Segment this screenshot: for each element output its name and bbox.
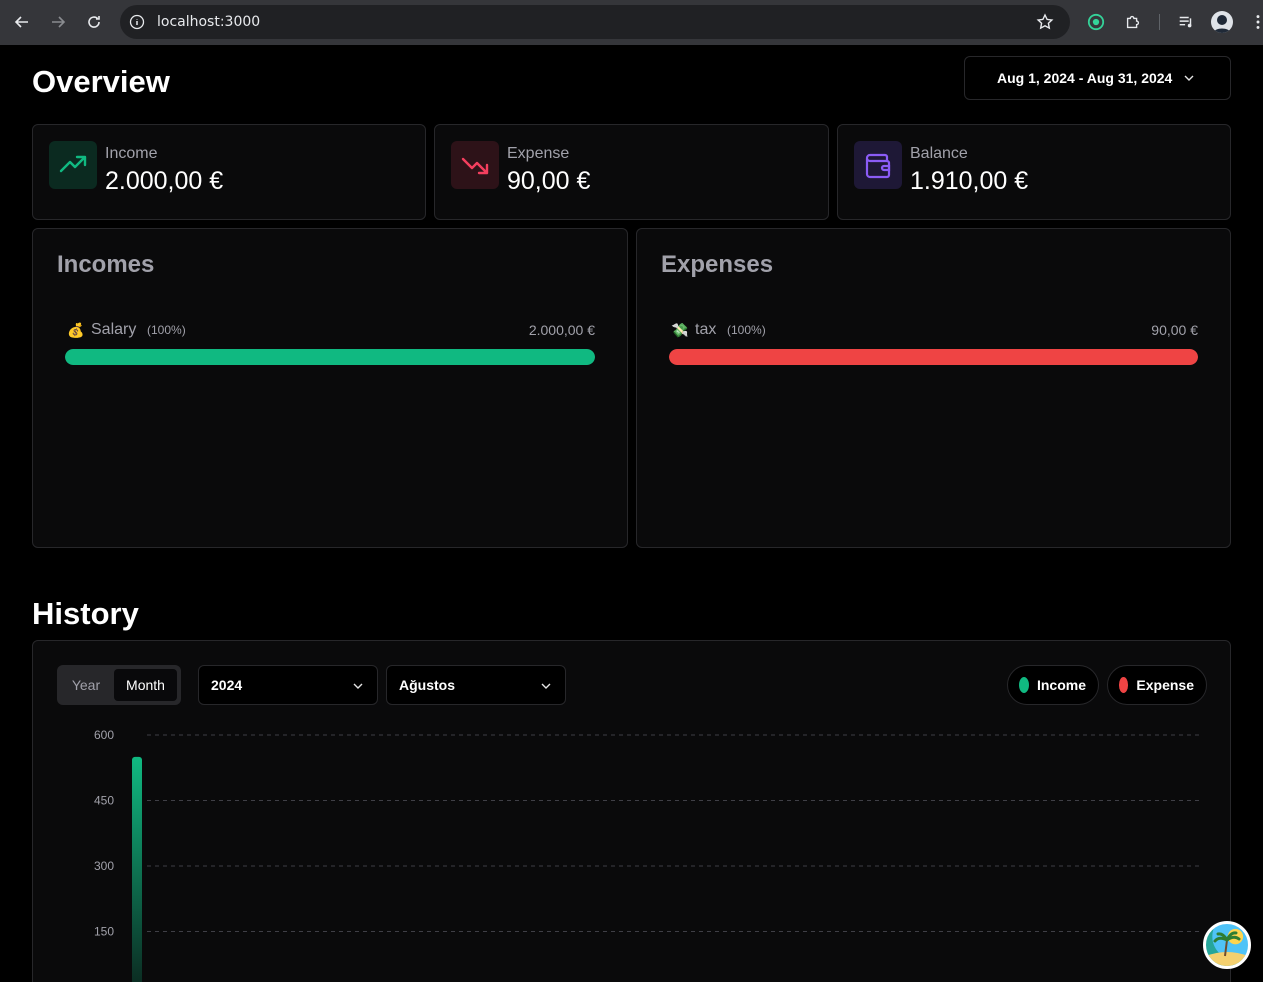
category-amount: 90,00 €: [1151, 322, 1198, 338]
bookmark-star-icon[interactable]: [1036, 13, 1054, 31]
chevron-down-icon: [353, 683, 363, 689]
wallet-icon: [854, 141, 902, 189]
incomes-panel: Incomes 💰 Salary (100%) 2.000,00 €: [32, 228, 628, 548]
category-name: tax: [695, 321, 717, 338]
chevron-down-icon: [541, 683, 551, 689]
profile-picture-icon: [1213, 15, 1231, 33]
balance-value: 1.910,00 €: [910, 167, 1029, 195]
address-bar[interactable]: localhost:3000: [120, 5, 1070, 39]
income-bar[interactable]: [132, 756, 142, 982]
year-select[interactable]: 2024: [198, 665, 378, 705]
profile-avatar[interactable]: [1211, 11, 1233, 33]
expense-progress-bar: [669, 349, 1198, 365]
y-tick-label: 150: [94, 925, 114, 939]
legend-income[interactable]: Income: [1007, 665, 1099, 705]
history-card: 600 450 300 150 Year Month 2024 Ağustos Inc…: [32, 640, 1231, 982]
palm-island-icon: [1206, 931, 1248, 966]
year-select-value: 2024: [211, 677, 243, 693]
income-progress-fill: [65, 349, 595, 365]
extensions-puzzle-icon[interactable]: [1122, 11, 1144, 33]
month-select-value: Ağustos: [399, 677, 455, 693]
income-progress-bar: [65, 349, 595, 365]
expenses-panel: Expenses 💸 tax (100%) 90,00 €: [636, 228, 1231, 548]
forward-button[interactable]: [46, 10, 70, 34]
legend-expense-label: Expense: [1136, 677, 1194, 693]
arrow-right-icon: [52, 16, 66, 28]
toolbar-separator: [1159, 14, 1160, 30]
reload-button[interactable]: [82, 10, 106, 34]
balance-label: Balance: [910, 145, 968, 162]
media-control-icon[interactable]: [1175, 11, 1197, 33]
period-toggle: Year Month: [57, 665, 181, 705]
url-text: localhost:3000: [157, 14, 261, 30]
category-amount: 2.000,00 €: [528, 322, 595, 338]
income-category-row: 💰 Salary (100%) 2.000,00 €: [65, 321, 595, 341]
extension-target-icon[interactable]: [1085, 11, 1107, 33]
category-name: Salary: [91, 321, 137, 338]
menu-kebab-icon[interactable]: [1247, 11, 1263, 33]
toggle-month[interactable]: Month: [114, 669, 177, 701]
legend-expense[interactable]: Expense: [1107, 665, 1207, 705]
expense-card: Expense 90,00 €: [434, 124, 829, 220]
reload-icon: [88, 16, 100, 28]
y-tick-label: 600: [94, 728, 114, 742]
chevron-down-icon: [1184, 75, 1194, 81]
info-icon[interactable]: [129, 14, 145, 30]
legend-income-label: Income: [1036, 677, 1086, 693]
overview-title: Overview: [32, 64, 170, 99]
money-bag-icon: 💰: [67, 322, 85, 338]
balance-card: Balance 1.910,00 €: [837, 124, 1231, 220]
trending-down-icon: [451, 141, 499, 189]
month-select[interactable]: Ağustos: [386, 665, 566, 705]
income-card: Income 2.000,00 €: [32, 124, 426, 220]
back-button[interactable]: [10, 10, 34, 34]
y-tick-label: 450: [94, 794, 114, 808]
date-range-picker[interactable]: Aug 1, 2024 - Aug 31, 2024: [964, 56, 1231, 100]
browser-toolbar: localhost:3000: [0, 0, 1263, 45]
date-range-text: Aug 1, 2024 - Aug 31, 2024: [997, 70, 1173, 86]
trending-up-icon: [49, 141, 97, 189]
expense-category-row: 💸 tax (100%) 90,00 €: [669, 321, 1198, 341]
incomes-title: Incomes: [57, 251, 155, 278]
toggle-year[interactable]: Year: [57, 665, 115, 705]
category-percent: (100%): [727, 323, 766, 337]
category-percent: (100%): [147, 323, 186, 337]
money-with-wings-icon: 💸: [671, 322, 689, 338]
income-label: Income: [105, 145, 158, 162]
arrow-left-icon: [14, 16, 28, 28]
income-dot: [1019, 677, 1029, 693]
expense-label: Expense: [507, 145, 570, 162]
expenses-title: Expenses: [661, 251, 774, 278]
floating-assistant-button[interactable]: [1203, 921, 1251, 969]
y-tick-label: 300: [94, 859, 114, 873]
history-title: History: [32, 596, 139, 631]
expense-progress-fill: [669, 349, 1198, 365]
expense-dot: [1119, 677, 1129, 693]
expense-value: 90,00 €: [507, 167, 591, 195]
income-value: 2.000,00 €: [105, 167, 224, 195]
